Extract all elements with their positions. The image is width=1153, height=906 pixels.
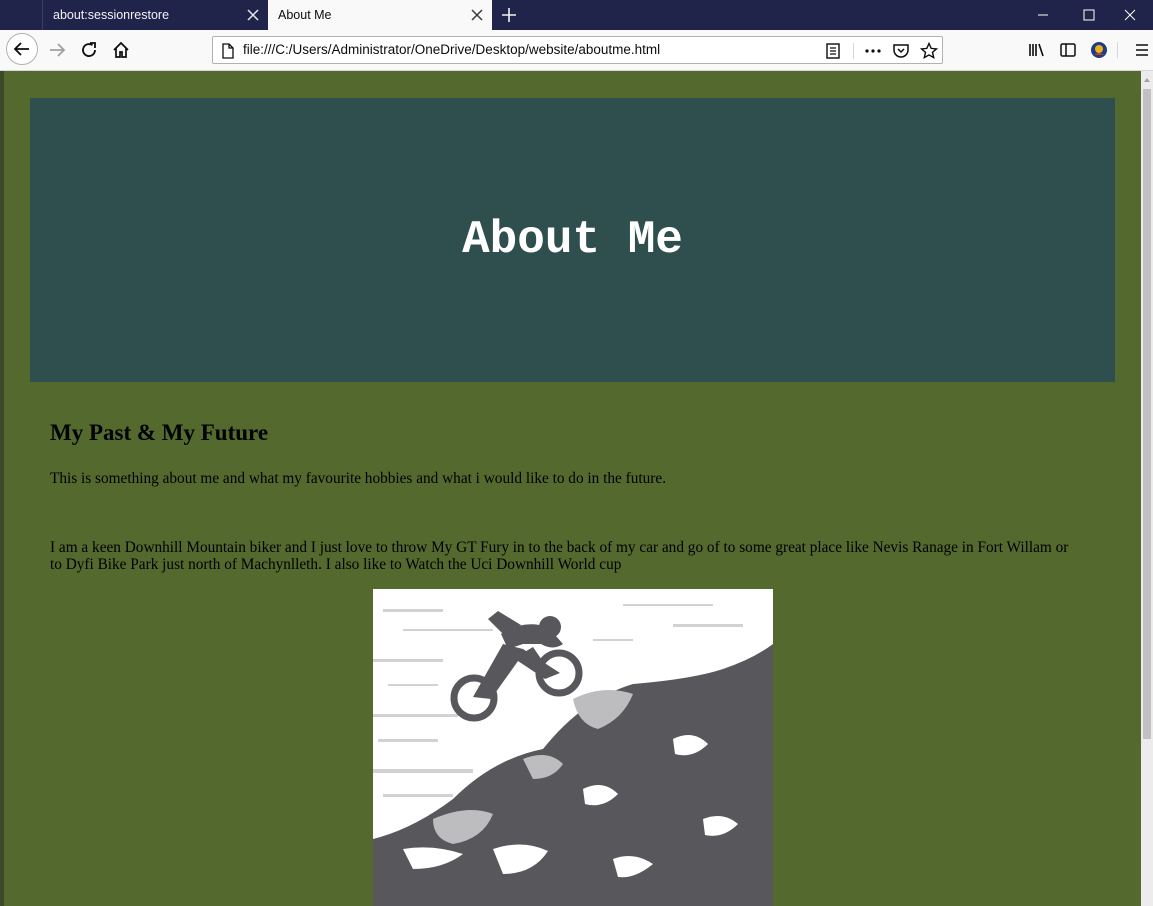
scrollbar-thumb[interactable] [1143, 89, 1151, 739]
tab-bar: about:sessionrestore About Me [0, 0, 1153, 30]
close-icon [1124, 9, 1136, 21]
minimize-icon [1038, 14, 1048, 16]
sidebar-button[interactable] [1052, 34, 1082, 64]
biking-paragraph: I am a keen Downhill Mountain biker and … [50, 539, 1069, 573]
navigation-toolbar: file:///C:/Users/Administrator/OneDrive/… [0, 30, 1153, 71]
close-window-button[interactable] [1107, 0, 1153, 30]
reload-button[interactable] [73, 34, 103, 64]
window-edge [0, 71, 4, 906]
maximize-icon [1083, 9, 1095, 21]
forward-button[interactable] [41, 34, 71, 64]
file-icon [222, 43, 234, 59]
back-button[interactable] [6, 33, 38, 65]
reload-icon [82, 42, 96, 57]
menu-icon [1136, 44, 1148, 56]
close-icon[interactable] [470, 8, 484, 22]
library-button[interactable] [1021, 34, 1051, 64]
plus-icon[interactable] [500, 6, 518, 24]
intro-paragraph: This is something about me and what my f… [50, 470, 667, 487]
mountain-bike-image [373, 589, 773, 906]
maximize-button[interactable] [1066, 0, 1112, 30]
toolbar-separator [1117, 42, 1118, 58]
tab-title: About Me [278, 8, 332, 22]
tab-about-me[interactable]: About Me [268, 0, 492, 30]
minimize-button[interactable] [1020, 0, 1066, 30]
section-heading: My Past & My Future [50, 420, 269, 445]
page-title: About Me [462, 214, 683, 266]
tab-sessionrestore[interactable]: about:sessionrestore [42, 0, 268, 30]
account-button[interactable] [1083, 34, 1113, 64]
home-button[interactable] [105, 34, 135, 64]
forward-icon [50, 43, 66, 57]
library-icon [1029, 43, 1044, 57]
tab-title: about:sessionrestore [53, 8, 170, 22]
vertical-scrollbar[interactable] [1141, 71, 1153, 906]
url-text: file:///C:/Users/Administrator/OneDrive/… [243, 42, 661, 57]
close-icon[interactable] [246, 8, 260, 22]
scroll-up-icon[interactable] [1144, 77, 1150, 83]
sidebar-icon [1060, 43, 1076, 57]
page-header-banner: About Me [30, 98, 1115, 382]
back-icon [13, 42, 29, 56]
reader-view-icon[interactable] [824, 42, 842, 60]
more-icon[interactable] [864, 42, 882, 60]
url-bar[interactable]: file:///C:/Users/Administrator/OneDrive/… [212, 36, 943, 64]
account-icon [1091, 42, 1107, 58]
pocket-icon[interactable] [892, 42, 910, 60]
home-icon [113, 41, 129, 58]
star-icon[interactable] [920, 42, 938, 60]
menu-button[interactable] [1126, 34, 1153, 64]
url-separator [853, 43, 854, 59]
